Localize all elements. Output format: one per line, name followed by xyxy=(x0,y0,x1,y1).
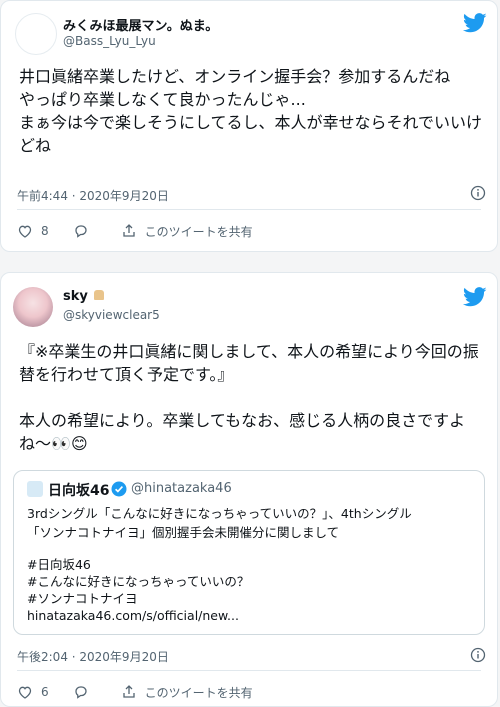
twitter-bird-icon[interactable] xyxy=(463,287,487,307)
info-icon[interactable] xyxy=(470,647,486,663)
share-label: このツイートを共有 xyxy=(144,685,253,700)
quote-link[interactable]: hinatazaka46.com/s/official/new... xyxy=(27,607,239,624)
reply-button[interactable] xyxy=(73,223,97,239)
timestamp[interactable]: 午後2:04 · 2020年9月20日 xyxy=(17,648,169,665)
share-button[interactable]: このツイートを共有 xyxy=(121,684,253,701)
heart-icon xyxy=(18,225,32,238)
quote-line: 3rdシングル「こんなに好きになっちゃっていいの？」、4thシングル xyxy=(27,506,412,521)
avatar[interactable] xyxy=(13,287,53,327)
divider xyxy=(17,209,481,210)
user-name[interactable]: みくみほ最展マン。ぬま。 xyxy=(63,15,218,34)
quote-hashtag[interactable]: #ソンナコトナイヨ xyxy=(27,590,137,607)
emoji: 👀😊 xyxy=(51,434,88,453)
user-handle[interactable]: @Bass_Lyu_Lyu xyxy=(63,34,156,48)
tweet-text: 『※卒業生の井口眞緒に関しまして、本人の希望により今回の振替を行わせて頂く予定で… xyxy=(19,340,483,460)
share-button[interactable]: このツイートを共有 xyxy=(121,223,253,240)
twitter-bird-icon[interactable] xyxy=(463,13,487,33)
quoted-tweet[interactable]: 日向坂46 @hinatazaka46 3rdシングル「こんなに好きになっちゃっ… xyxy=(13,470,485,635)
tweet-body: 『※卒業生の井口眞緒に関しまして、本人の希望により今回の振替を行わせて頂く予定で… xyxy=(19,342,479,453)
like-count: 8 xyxy=(41,224,49,238)
heart-icon xyxy=(18,686,32,699)
tweet-card[interactable]: みくみほ最展マン。ぬま。 @Bass_Lyu_Lyu 井口眞緒卒業したけど、オン… xyxy=(0,0,498,252)
user-name[interactable]: sky xyxy=(63,289,105,304)
share-icon xyxy=(122,224,135,237)
reply-button[interactable] xyxy=(73,684,97,700)
bread-icon xyxy=(94,290,105,300)
hinatazaka-logo-icon xyxy=(27,481,43,497)
action-bar: 8 このツイートを共有 xyxy=(17,219,481,243)
like-count: 6 xyxy=(41,685,49,699)
quote-user-name: 日向坂46 xyxy=(48,483,110,499)
divider xyxy=(17,670,481,671)
quote-hashtag[interactable]: #こんなに好きになっちゃっていいの？ xyxy=(27,573,249,590)
action-bar: 6 このツイートを共有 xyxy=(17,680,481,704)
share-icon xyxy=(122,685,135,698)
quote-line: 「ソンナコトナイヨ」個別握手会未開催分に関しまして xyxy=(27,525,340,540)
tweet-text: 井口眞緒卒業したけど、オンライン握手会？参加するんだね やっぱり卒業しなくて良か… xyxy=(19,67,483,155)
share-label: このツイートを共有 xyxy=(144,224,253,239)
verified-badge-icon xyxy=(111,481,127,497)
like-button[interactable]: 6 xyxy=(17,684,49,700)
like-button[interactable]: 8 xyxy=(17,223,49,239)
reply-icon xyxy=(74,225,87,238)
timestamp[interactable]: 午前4:44 · 2020年9月20日 xyxy=(17,187,169,204)
info-icon[interactable] xyxy=(470,185,486,201)
user-handle[interactable]: @skyviewclear5 xyxy=(63,308,160,322)
quote-hashtag[interactable]: #日向坂46 xyxy=(27,556,91,573)
avatar[interactable] xyxy=(15,13,57,55)
tweet-card[interactable]: sky @skyviewclear5 『※卒業生の井口眞緒に関しまして、本人の希… xyxy=(0,272,498,707)
reply-icon xyxy=(74,686,87,699)
quote-user-handle: @hinatazaka46 xyxy=(131,481,232,496)
user-name-text: sky xyxy=(63,289,88,304)
